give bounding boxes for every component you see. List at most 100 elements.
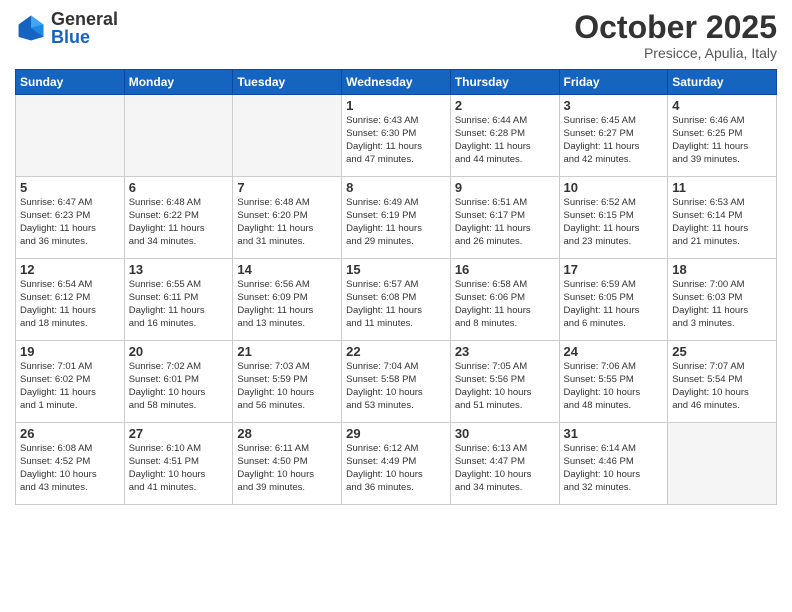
table-row (668, 423, 777, 505)
day-info: Sunrise: 6:55 AM Sunset: 6:11 PM Dayligh… (129, 279, 229, 330)
day-number: 28 (237, 426, 337, 441)
day-info: Sunrise: 6:46 AM Sunset: 6:25 PM Dayligh… (672, 115, 772, 166)
table-row: 31 Sunrise: 6:14 AM Sunset: 4:46 PM Dayli… (559, 423, 668, 505)
calendar-week-row: 12 Sunrise: 6:54 AM Sunset: 6:12 PM Dayli… (16, 259, 777, 341)
day-info: Sunrise: 6:12 AM Sunset: 4:49 PM Dayligh… (346, 443, 446, 494)
table-row: 5 Sunrise: 6:47 AM Sunset: 6:23 PM Daylig… (16, 177, 125, 259)
table-row: 24 Sunrise: 7:06 AM Sunset: 5:55 PM Dayli… (559, 341, 668, 423)
day-number: 26 (20, 426, 120, 441)
day-number: 31 (564, 426, 664, 441)
day-number: 3 (564, 98, 664, 113)
day-number: 21 (237, 344, 337, 359)
table-row: 29 Sunrise: 6:12 AM Sunset: 4:49 PM Dayli… (342, 423, 451, 505)
table-row: 7 Sunrise: 6:48 AM Sunset: 6:20 PM Daylig… (233, 177, 342, 259)
table-row (233, 95, 342, 177)
table-row: 21 Sunrise: 7:03 AM Sunset: 5:59 PM Dayli… (233, 341, 342, 423)
table-row: 25 Sunrise: 7:07 AM Sunset: 5:54 PM Dayli… (668, 341, 777, 423)
table-row: 18Sunrise: 7:00 AM Sunset: 6:03 PM Dayli… (668, 259, 777, 341)
table-row: 11 Sunrise: 6:53 AM Sunset: 6:14 PM Dayli… (668, 177, 777, 259)
day-number: 8 (346, 180, 446, 195)
day-number: 5 (20, 180, 120, 195)
table-row: 30 Sunrise: 6:13 AM Sunset: 4:47 PM Dayli… (450, 423, 559, 505)
day-info: Sunrise: 6:47 AM Sunset: 6:23 PM Dayligh… (20, 197, 120, 248)
day-info: Sunrise: 7:07 AM Sunset: 5:54 PM Dayligh… (672, 361, 772, 412)
table-row: 3 Sunrise: 6:45 AM Sunset: 6:27 PM Daylig… (559, 95, 668, 177)
day-number: 13 (129, 262, 229, 277)
calendar-header-row: Sunday Monday Tuesday Wednesday Thursday… (16, 70, 777, 95)
day-number: 2 (455, 98, 555, 113)
day-info: Sunrise: 7:03 AM Sunset: 5:59 PM Dayligh… (237, 361, 337, 412)
day-number: 12 (20, 262, 120, 277)
table-row: 12 Sunrise: 6:54 AM Sunset: 6:12 PM Dayli… (16, 259, 125, 341)
calendar-week-row: 19Sunrise: 7:01 AM Sunset: 6:02 PM Dayli… (16, 341, 777, 423)
day-info: Sunrise: 6:14 AM Sunset: 4:46 PM Dayligh… (564, 443, 664, 494)
day-info: Sunrise: 6:52 AM Sunset: 6:15 PM Dayligh… (564, 197, 664, 248)
day-info: Sunrise: 7:01 AM Sunset: 6:02 PM Dayligh… (20, 361, 120, 412)
day-info: Sunrise: 7:05 AM Sunset: 5:56 PM Dayligh… (455, 361, 555, 412)
logo-blue-text: Blue (51, 28, 118, 46)
logo-icon (15, 12, 47, 44)
day-info: Sunrise: 6:54 AM Sunset: 6:12 PM Dayligh… (20, 279, 120, 330)
day-number: 4 (672, 98, 772, 113)
day-number: 22 (346, 344, 446, 359)
day-number: 17 (564, 262, 664, 277)
day-info: Sunrise: 6:59 AM Sunset: 6:05 PM Dayligh… (564, 279, 664, 330)
day-number: 10 (564, 180, 664, 195)
day-number: 29 (346, 426, 446, 441)
day-info: Sunrise: 6:44 AM Sunset: 6:28 PM Dayligh… (455, 115, 555, 166)
day-number: 14 (237, 262, 337, 277)
day-number: 15 (346, 262, 446, 277)
col-tuesday: Tuesday (233, 70, 342, 95)
logo: General Blue (15, 10, 118, 46)
col-friday: Friday (559, 70, 668, 95)
table-row: 23 Sunrise: 7:05 AM Sunset: 5:56 PM Dayli… (450, 341, 559, 423)
table-row: 9Sunrise: 6:51 AM Sunset: 6:17 PM Daylig… (450, 177, 559, 259)
day-info: Sunrise: 6:11 AM Sunset: 4:50 PM Dayligh… (237, 443, 337, 494)
table-row: 26Sunrise: 6:08 AM Sunset: 4:52 PM Dayli… (16, 423, 125, 505)
day-info: Sunrise: 6:48 AM Sunset: 6:22 PM Dayligh… (129, 197, 229, 248)
title-block: October 2025 Presicce, Apulia, Italy (574, 10, 777, 61)
day-info: Sunrise: 6:53 AM Sunset: 6:14 PM Dayligh… (672, 197, 772, 248)
day-number: 1 (346, 98, 446, 113)
table-row: 6Sunrise: 6:48 AM Sunset: 6:22 PM Daylig… (124, 177, 233, 259)
day-number: 27 (129, 426, 229, 441)
day-number: 24 (564, 344, 664, 359)
header: General Blue October 2025 Presicce, Apul… (15, 10, 777, 61)
table-row (124, 95, 233, 177)
day-info: Sunrise: 6:57 AM Sunset: 6:08 PM Dayligh… (346, 279, 446, 330)
day-info: Sunrise: 6:56 AM Sunset: 6:09 PM Dayligh… (237, 279, 337, 330)
table-row: 4 Sunrise: 6:46 AM Sunset: 6:25 PM Daylig… (668, 95, 777, 177)
calendar-week-row: 1 Sunrise: 6:43 AM Sunset: 6:30 PM Daylig… (16, 95, 777, 177)
col-saturday: Saturday (668, 70, 777, 95)
table-row: 22 Sunrise: 7:04 AM Sunset: 5:58 PM Dayli… (342, 341, 451, 423)
day-info: Sunrise: 6:43 AM Sunset: 6:30 PM Dayligh… (346, 115, 446, 166)
table-row: 15 Sunrise: 6:57 AM Sunset: 6:08 PM Dayli… (342, 259, 451, 341)
day-info: Sunrise: 6:10 AM Sunset: 4:51 PM Dayligh… (129, 443, 229, 494)
day-info: Sunrise: 6:45 AM Sunset: 6:27 PM Dayligh… (564, 115, 664, 166)
day-info: Sunrise: 7:04 AM Sunset: 5:58 PM Dayligh… (346, 361, 446, 412)
day-number: 7 (237, 180, 337, 195)
table-row: 14 Sunrise: 6:56 AM Sunset: 6:09 PM Dayli… (233, 259, 342, 341)
day-number: 9 (455, 180, 555, 195)
table-row: 17 Sunrise: 6:59 AM Sunset: 6:05 PM Dayli… (559, 259, 668, 341)
table-row: 10 Sunrise: 6:52 AM Sunset: 6:15 PM Dayli… (559, 177, 668, 259)
calendar-week-row: 26Sunrise: 6:08 AM Sunset: 4:52 PM Dayli… (16, 423, 777, 505)
col-sunday: Sunday (16, 70, 125, 95)
table-row: 28 Sunrise: 6:11 AM Sunset: 4:50 PM Dayli… (233, 423, 342, 505)
day-info: Sunrise: 6:58 AM Sunset: 6:06 PM Dayligh… (455, 279, 555, 330)
day-number: 11 (672, 180, 772, 195)
day-number: 25 (672, 344, 772, 359)
day-info: Sunrise: 7:00 AM Sunset: 6:03 PM Dayligh… (672, 279, 772, 330)
day-info: Sunrise: 6:49 AM Sunset: 6:19 PM Dayligh… (346, 197, 446, 248)
day-info: Sunrise: 6:13 AM Sunset: 4:47 PM Dayligh… (455, 443, 555, 494)
logo-text: General Blue (51, 10, 118, 46)
page: General Blue October 2025 Presicce, Apul… (0, 0, 792, 612)
col-wednesday: Wednesday (342, 70, 451, 95)
calendar-title: October 2025 (574, 10, 777, 45)
day-info: Sunrise: 6:48 AM Sunset: 6:20 PM Dayligh… (237, 197, 337, 248)
day-number: 30 (455, 426, 555, 441)
table-row: 1 Sunrise: 6:43 AM Sunset: 6:30 PM Daylig… (342, 95, 451, 177)
day-number: 23 (455, 344, 555, 359)
day-info: Sunrise: 7:06 AM Sunset: 5:55 PM Dayligh… (564, 361, 664, 412)
table-row: 16Sunrise: 6:58 AM Sunset: 6:06 PM Dayli… (450, 259, 559, 341)
